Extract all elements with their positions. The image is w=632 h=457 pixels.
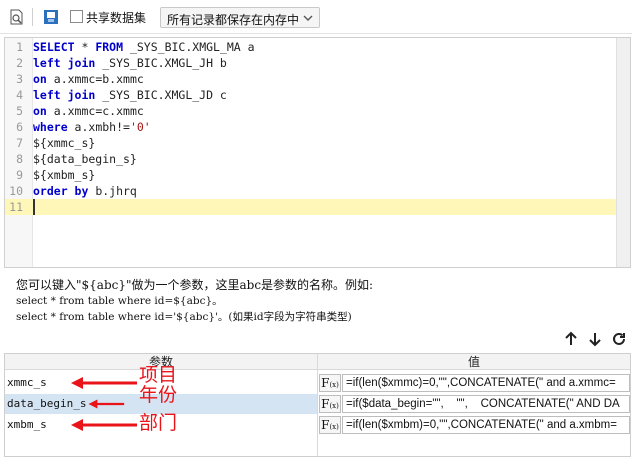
code-text: left join _SYS_BIC.XMGL_JD c	[33, 88, 227, 102]
memory-mode-value: 所有记录都保存在内存中	[167, 13, 300, 27]
code-line[interactable]: 10 order by b.jhrq	[5, 183, 617, 199]
red-arrow-annotation	[71, 377, 137, 389]
line-number: 1	[16, 40, 23, 54]
move-down-icon[interactable]	[586, 330, 604, 348]
code-line[interactable]: 7 ${xmmc_s}	[5, 135, 617, 151]
memory-mode-select[interactable]: 所有记录都保存在内存中	[160, 7, 320, 28]
param-value[interactable]: =if($data_begin="", "", CONCATENATE(" AN…	[342, 395, 630, 413]
chevron-down-icon	[302, 12, 314, 24]
share-dataset-checkbox[interactable]	[70, 10, 83, 23]
code-text: ${data_begin_s}	[33, 152, 137, 166]
param-row[interactable]: xmbm_s F(x) =if(len($xmbm)=0,"",CONCATEN…	[5, 413, 630, 435]
annotation-department: 部门	[139, 413, 178, 434]
code-line[interactable]: 4 left join _SYS_BIC.XMGL_JD c	[5, 87, 617, 103]
line-number: 11	[9, 200, 23, 214]
code-text: left join _SYS_BIC.XMGL_JH b	[33, 56, 227, 70]
preview-icon[interactable]	[8, 8, 26, 26]
help-text-example-1: select * from table where id=${abc}。	[16, 295, 223, 307]
code-text: order by b.jhrq	[33, 184, 137, 198]
formula-button[interactable]: F(x)	[319, 395, 341, 413]
dataset-icon[interactable]	[42, 8, 60, 26]
param-value[interactable]: =if(len($xmmc)=0,"",CONCATENATE(" and a.…	[342, 374, 630, 392]
line-number: 3	[16, 72, 23, 86]
annotation-year: 年份	[139, 385, 178, 406]
code-text: ${xmmc_s}	[33, 136, 96, 150]
code-text: where a.xmbh!='0'	[33, 120, 151, 134]
header-value: 值	[467, 355, 480, 369]
code-text: on a.xmmc=c.xmmc	[33, 104, 144, 118]
sql-editor[interactable]: 1 SELECT * FROM _SYS_BIC.XMGL_MA a 2 left j…	[4, 37, 631, 268]
line-number: 7	[16, 136, 23, 150]
red-arrow-annotation	[71, 419, 137, 431]
code-line[interactable]: 6 where a.xmbh!='0'	[5, 119, 617, 135]
toolbar-separator	[32, 8, 33, 26]
help-text-example-2: select * from table where id='${abc}'。(如…	[16, 311, 352, 323]
param-value[interactable]: =if(len($xmbm)=0,"",CONCATENATE(" and a.…	[342, 416, 630, 434]
annotation-project: 项目	[139, 365, 178, 386]
code-text: SELECT * FROM _SYS_BIC.XMGL_MA a	[33, 40, 255, 54]
text-cursor	[33, 199, 35, 215]
line-number: 10	[9, 184, 23, 198]
formula-button[interactable]: F(x)	[319, 416, 341, 434]
red-arrow-annotation	[88, 399, 125, 409]
code-line[interactable]: 1 SELECT * FROM _SYS_BIC.XMGL_MA a	[5, 39, 617, 55]
code-line[interactable]: 9 ${xmbm_s}	[5, 167, 617, 183]
line-number: 4	[16, 88, 23, 102]
line-number: 2	[16, 56, 23, 70]
toolbar: 共享数据集 所有记录都保存在内存中	[0, 0, 632, 34]
line-number: 9	[16, 168, 23, 182]
parameter-table: 参数 值 xmmc_s F(x) =if(len($xmmc)=0,"",CON…	[4, 353, 631, 457]
code-text: ${xmbm_s}	[33, 168, 96, 182]
formula-button[interactable]: F(x)	[319, 374, 341, 392]
param-row[interactable]: xmmc_s F(x) =if(len($xmmc)=0,"",CONCATEN…	[5, 366, 630, 393]
param-row[interactable]: data_begin_s F(x) =if($data_begin="", ""…	[5, 386, 630, 414]
share-dataset-label: 共享数据集	[86, 11, 147, 25]
formula-sub: (x)	[329, 423, 339, 431]
formula-sub: (x)	[329, 381, 339, 389]
code-line[interactable]: 8 ${data_begin_s}	[5, 151, 617, 167]
refresh-icon[interactable]	[610, 330, 628, 348]
code-line[interactable]: 3 on a.xmmc=b.xmmc	[5, 71, 617, 87]
line-number: 8	[16, 152, 23, 166]
code-text: on a.xmmc=b.xmmc	[33, 72, 144, 86]
code-line[interactable]: 5 on a.xmmc=c.xmmc	[5, 103, 617, 119]
formula-sub: (x)	[329, 402, 339, 410]
editor-scrollbar[interactable]	[616, 38, 630, 267]
code-line[interactable]: 2 left join _SYS_BIC.XMGL_JH b	[5, 55, 617, 71]
help-text-intro: 您可以键入"${abc}"做为一个参数，这里abc是参数的名称。例如:	[16, 278, 374, 292]
line-number: 6	[16, 120, 23, 134]
code-line[interactable]: 11	[5, 199, 617, 215]
move-up-icon[interactable]	[562, 330, 580, 348]
line-number: 5	[16, 104, 23, 118]
